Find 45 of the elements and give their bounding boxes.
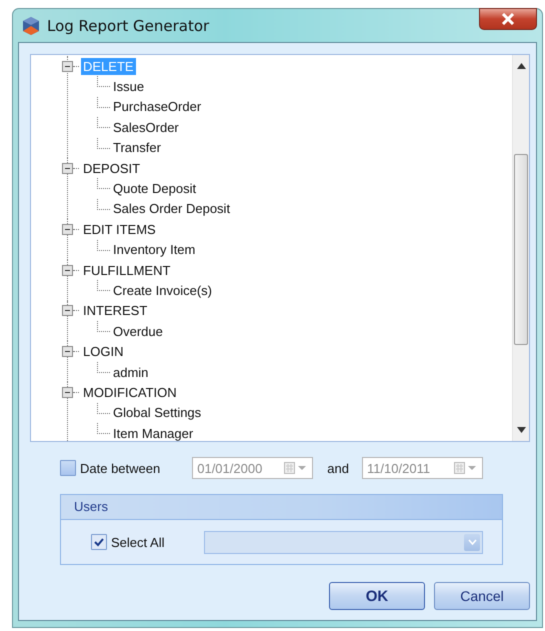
checkbox[interactable] <box>60 460 76 476</box>
tree-item[interactable]: admin <box>111 364 150 381</box>
collapse-icon[interactable] <box>62 346 73 358</box>
collapse-icon[interactable] <box>62 264 73 276</box>
window-title: Log Report Generator <box>47 16 210 34</box>
checkbox-label: Select All <box>111 534 164 550</box>
group-header: Users <box>61 495 502 520</box>
collapse-icon[interactable] <box>62 224 73 235</box>
tree-item[interactable]: Quote Deposit <box>111 180 198 198</box>
and-label: and <box>327 460 349 476</box>
checkbox-label: Date between <box>80 460 160 476</box>
date-value: 11/10/2011 <box>366 460 430 476</box>
tree-item[interactable]: Item Manager <box>111 424 196 441</box>
tree-item[interactable]: MODIFICATION <box>81 384 179 401</box>
date-value: 01/01/2000 <box>197 460 262 476</box>
close-icon <box>501 13 515 25</box>
tree-item[interactable]: Sales Order Deposit <box>111 200 232 218</box>
collapse-icon[interactable] <box>62 386 73 398</box>
tree-item[interactable]: Inventory Item <box>111 241 198 258</box>
tree-item[interactable]: INTEREST <box>81 302 150 320</box>
tree-item[interactable]: Transfer <box>111 139 163 156</box>
ok-button[interactable]: OK <box>329 582 425 610</box>
tree-item[interactable]: PurchaseOrder <box>111 98 204 116</box>
tree-item[interactable]: Overdue <box>111 322 165 340</box>
scrollbar[interactable] <box>512 55 529 441</box>
collapse-icon[interactable] <box>62 162 73 174</box>
tree-item[interactable]: DEPOSIT <box>81 160 142 177</box>
collapse-icon[interactable] <box>62 305 73 316</box>
check-icon <box>94 538 104 546</box>
tree-item[interactable]: Create Invoice(s) <box>111 282 214 299</box>
checkbox[interactable] <box>91 534 107 550</box>
tree-item[interactable]: Issue <box>111 78 146 96</box>
tree-item[interactable]: LOGIN <box>81 343 126 360</box>
cancel-button[interactable]: Cancel <box>434 582 530 610</box>
cube-icon <box>21 16 41 36</box>
scroll-thumb[interactable] <box>514 154 528 345</box>
tree-item[interactable]: SalesOrder <box>111 118 181 136</box>
collapse-icon[interactable] <box>62 60 73 72</box>
close-button[interactable] <box>479 8 537 30</box>
tree-item[interactable]: EDIT ITEMS <box>81 220 158 238</box>
up-arrow-icon[interactable] <box>516 63 526 69</box>
tree-item[interactable]: Global Settings <box>111 404 204 422</box>
down-arrow-icon[interactable] <box>516 427 526 433</box>
tree-item[interactable]: FULFILLMENT <box>81 262 172 279</box>
chevron-icon <box>468 539 476 545</box>
